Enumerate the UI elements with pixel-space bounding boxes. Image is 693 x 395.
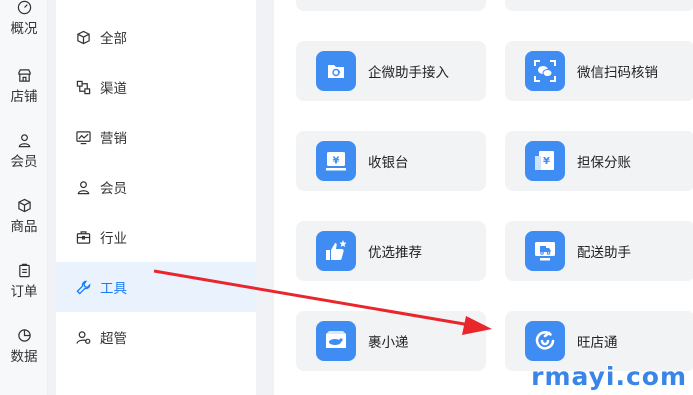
left-rail: 概况 店铺 会员 商品 订单 数据 — [0, 0, 48, 395]
tool-card-label: 企微助手接入 — [368, 65, 449, 81]
tool-card-wecom[interactable]: 企微助手接入 — [296, 41, 486, 101]
gauge-icon — [17, 0, 31, 15]
pie-icon — [17, 329, 31, 342]
menu-item-label: 营销 — [100, 131, 127, 147]
rail-item-label: 会员 — [10, 154, 38, 170]
cube-icon — [77, 30, 90, 44]
parcel-icon — [316, 321, 356, 361]
tool-card-cashier[interactable]: ¥ 收银台 — [296, 131, 486, 191]
rail-item-label: 商品 — [10, 219, 38, 235]
app-root: 概况 店铺 会员 商品 订单 数据 全部 渠道 营销 会员 行业 工具 超管 企… — [0, 0, 693, 395]
chart-icon — [76, 130, 91, 144]
svg-text:¥: ¥ — [333, 156, 340, 167]
store-icon — [17, 69, 31, 82]
rail-item-label: 数据 — [10, 349, 38, 365]
tool-card-label: 配送助手 — [577, 245, 631, 261]
rail-item-order[interactable]: 订单 — [0, 263, 48, 315]
tool-card-parcel[interactable]: 裹小递 — [296, 311, 486, 371]
tool-card-label: 优选推荐 — [368, 245, 422, 261]
briefcase-icon — [76, 230, 91, 244]
user-icon — [77, 180, 90, 194]
menu-item-member[interactable]: 会员 — [56, 162, 256, 212]
svg-text:¥: ¥ — [543, 156, 550, 167]
clipboard-icon — [18, 263, 30, 278]
menu-item-industry[interactable]: 行业 — [56, 212, 256, 262]
rail-item-label: 概况 — [10, 21, 38, 37]
tools-content: 企微助手接入 微信扫码核销 ¥ 收银台 ¥ 担保分账 优选推荐 配送助手 裹小递… — [274, 0, 693, 395]
menu-item-tools[interactable]: 工具 — [56, 262, 256, 312]
menu-item-channel[interactable]: 渠道 — [56, 62, 256, 112]
rail-item-goods[interactable]: 商品 — [0, 198, 48, 250]
tool-card-wechat-scan[interactable]: 微信扫码核销 — [505, 41, 693, 101]
guarantee-split-icon: ¥ — [525, 141, 565, 181]
rail-item-store[interactable]: 店铺 — [0, 68, 48, 120]
tool-card-delivery[interactable]: 配送助手 — [505, 221, 693, 281]
rail-item-overview[interactable]: 概况 — [0, 0, 48, 52]
admin-icon — [76, 330, 91, 344]
tool-card-partial[interactable] — [505, 0, 693, 11]
menu-item-admin[interactable]: 超管 — [56, 312, 256, 362]
user-icon — [18, 134, 30, 148]
wangdiantong-icon — [525, 321, 565, 361]
menu-item-label: 全部 — [100, 31, 127, 47]
rail-item-label: 订单 — [10, 284, 38, 300]
menu-item-label: 渠道 — [100, 81, 127, 97]
menu-item-label: 工具 — [100, 281, 127, 297]
watermark: rmayi.com — [530, 361, 687, 392]
panel-gap — [256, 0, 274, 395]
tool-card-label: 旺店通 — [577, 335, 618, 351]
box-icon — [17, 198, 31, 213]
menu-item-label: 超管 — [100, 331, 127, 347]
tool-card-partial[interactable] — [296, 0, 486, 11]
delivery-icon — [525, 231, 565, 271]
menu-item-all[interactable]: 全部 — [56, 12, 256, 62]
tool-card-label: 担保分账 — [577, 155, 631, 171]
thumbs-up-icon — [316, 231, 356, 271]
rail-item-data[interactable]: 数据 — [0, 328, 48, 380]
tool-card-guarantee[interactable]: ¥ 担保分账 — [505, 131, 693, 191]
tool-card-recommend[interactable]: 优选推荐 — [296, 221, 486, 281]
menu-item-marketing[interactable]: 营销 — [56, 112, 256, 162]
channel-icon — [76, 80, 91, 94]
cashier-icon: ¥ — [316, 141, 356, 181]
wechat-scan-icon — [525, 51, 565, 91]
tool-card-label: 收银台 — [368, 155, 409, 171]
menu-item-label: 行业 — [100, 231, 127, 247]
rail-item-member[interactable]: 会员 — [0, 133, 48, 185]
wrench-icon — [76, 280, 91, 295]
rail-item-label: 店铺 — [10, 89, 38, 105]
menu-item-label: 会员 — [100, 181, 127, 197]
wecom-folder-icon — [316, 51, 356, 91]
tool-card-label: 微信扫码核销 — [577, 65, 658, 81]
tool-card-label: 裹小递 — [368, 335, 409, 351]
category-menu: 全部 渠道 营销 会员 行业 工具 超管 — [56, 0, 256, 395]
